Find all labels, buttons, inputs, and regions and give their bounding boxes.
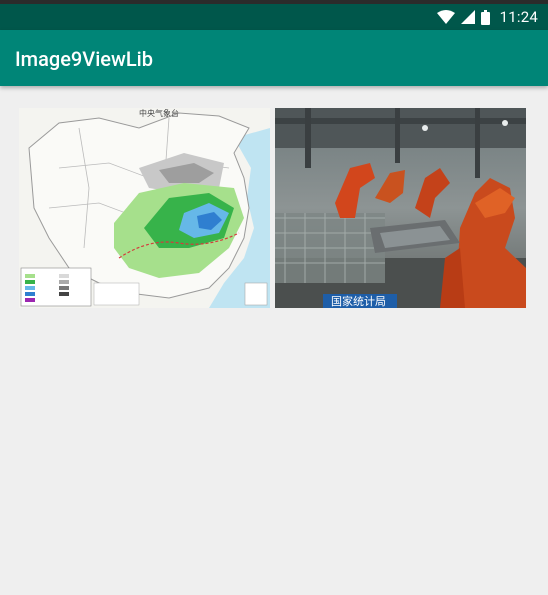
status-time: 11:24 [499, 8, 538, 26]
battery-icon [480, 9, 490, 25]
factory-caption: 国家统计局 [331, 294, 386, 308]
app-bar: Image9ViewLib [0, 30, 548, 86]
weather-map-header: 中央气象台 [139, 108, 179, 118]
wifi-icon [436, 10, 455, 24]
weather-map-image[interactable]: 中央气象台 [19, 108, 270, 308]
factory-robot-image[interactable]: 国家统计局 [275, 108, 526, 308]
cell-signal-icon [460, 10, 475, 24]
status-bar: 11:24 [0, 4, 548, 30]
image-grid: 中央气象台 国家统计局 [19, 108, 527, 308]
app-title: Image9ViewLib [15, 47, 153, 71]
status-icons: 11:24 [436, 4, 538, 30]
